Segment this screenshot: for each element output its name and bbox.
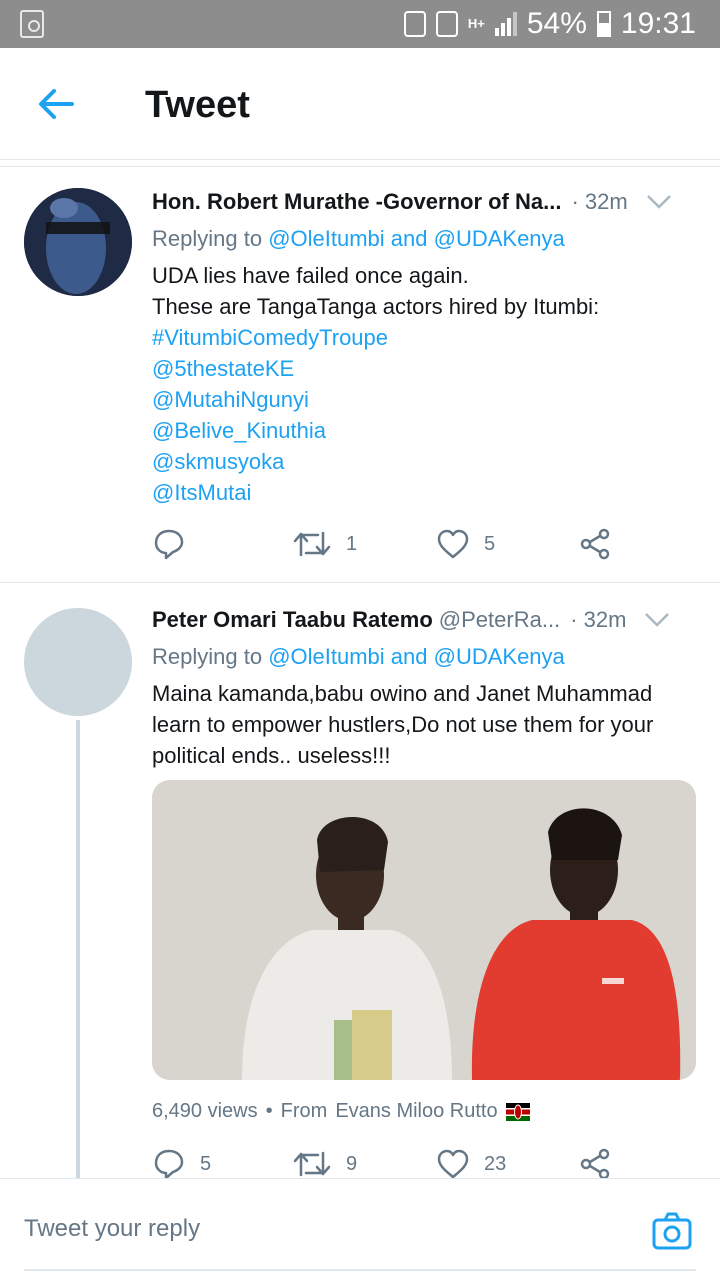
like-count: 23 — [484, 1152, 507, 1175]
status-bar: H+ 54% 19:31 — [0, 0, 720, 48]
video-thumbnail — [152, 780, 696, 1080]
battery-percent: 54% — [526, 7, 587, 40]
header-divider — [0, 166, 720, 167]
app-header: Tweet — [0, 48, 720, 160]
like-button[interactable]: 5 — [436, 524, 495, 564]
reply-button[interactable] — [152, 524, 186, 564]
tweet-actions: 1 5 — [152, 524, 632, 564]
status-indicators: H+ 54% 19:31 — [403, 6, 696, 42]
dot-separator: • — [265, 1100, 273, 1122]
share-icon — [580, 528, 610, 560]
author-name[interactable]: Peter Omari Taabu Ratemo — [152, 607, 433, 633]
heart-icon — [437, 1149, 469, 1179]
author-handle[interactable]: @PeterRa... — [439, 607, 560, 633]
hashtag-link[interactable]: #VitumbiComedyTroupe — [152, 322, 696, 353]
tweet-divider — [0, 582, 720, 583]
avatar-image — [24, 188, 132, 296]
from-label: From — [280, 1100, 328, 1122]
mention-link[interactable]: @Belive_Kinuthia — [152, 415, 696, 446]
battery-icon — [596, 11, 611, 37]
replying-to: Replying to @OleItumbi and @UDAKenya — [152, 224, 696, 254]
avatar[interactable] — [24, 608, 132, 716]
replying-label: Replying to — [152, 226, 263, 251]
network-type: H+ — [467, 16, 485, 31]
reply-composer: Tweet your reply — [0, 1178, 720, 1280]
tweet-video[interactable] — [152, 780, 696, 1080]
replying-users-link[interactable]: @OleItumbi and @UDAKenya — [268, 644, 565, 669]
reply-count: 5 — [200, 1152, 212, 1175]
tweet-time: · 32m — [571, 189, 628, 214]
view-count: 6,490 views — [152, 1100, 258, 1122]
replying-to: Replying to @OleItumbi and @UDAKenya — [152, 642, 696, 672]
retweet-count: 1 — [346, 532, 358, 555]
mention-link[interactable]: @MutahiNgunyi — [152, 384, 696, 415]
tweet-line: UDA lies have failed once again. — [152, 263, 469, 288]
avatar[interactable] — [24, 188, 132, 296]
chevron-down-icon[interactable] — [644, 612, 670, 628]
share-icon — [580, 1148, 610, 1180]
tweet-time: · 32m — [570, 607, 627, 632]
camera-icon — [652, 1212, 692, 1250]
retweet-icon — [293, 1151, 331, 1177]
kenya-flag-icon — [505, 1102, 530, 1121]
back-button[interactable] — [36, 86, 76, 122]
retweet-button[interactable]: 1 — [292, 524, 357, 564]
mention-link[interactable]: @ItsMutai — [152, 477, 696, 508]
tweet-text: UDA lies have failed once again. These a… — [152, 260, 696, 508]
call-icon — [403, 11, 426, 37]
like-count: 5 — [484, 532, 496, 555]
tweet-text: Maina kamanda,babu owino and Janet Muham… — [152, 681, 654, 768]
heart-icon — [437, 529, 469, 559]
mention-link[interactable]: @skmusyoka — [152, 446, 696, 477]
reply-icon — [154, 529, 184, 560]
replying-label: Replying to — [152, 644, 263, 669]
signal-box-icon — [435, 11, 458, 37]
reply-icon — [154, 1149, 184, 1180]
share-button[interactable] — [578, 524, 612, 564]
retweet-count: 9 — [346, 1152, 358, 1175]
author-name[interactable]: Hon. Robert Murathe -Governor of Na... — [152, 189, 561, 215]
signal-icon — [494, 12, 517, 36]
arrow-left-icon — [39, 89, 74, 119]
notification-icon — [20, 10, 44, 38]
chevron-down-icon[interactable] — [646, 194, 672, 210]
reply-input[interactable]: Tweet your reply — [24, 1215, 200, 1243]
replying-users-link[interactable]: @OleItumbi and @UDAKenya — [268, 226, 565, 251]
reply-input-underline — [24, 1269, 696, 1271]
mention-link[interactable]: @5thestateKE — [152, 353, 696, 384]
retweet-icon — [293, 531, 331, 557]
tweet-header: Hon. Robert Murathe -Governor of Na... ·… — [152, 186, 696, 218]
page-title: Tweet — [145, 84, 250, 126]
thread-line — [76, 720, 80, 1180]
tweet-header: Peter Omari Taabu Ratemo @PeterRa... · 3… — [152, 604, 696, 636]
tweet-line: These are TangaTanga actors hired by Itu… — [152, 294, 600, 319]
video-meta: 6,490 views • From Evans Miloo Rutto — [152, 1100, 530, 1123]
from-user-link[interactable]: Evans Miloo Rutto — [335, 1100, 497, 1123]
camera-button[interactable] — [652, 1211, 692, 1251]
clock: 19:31 — [620, 7, 696, 40]
